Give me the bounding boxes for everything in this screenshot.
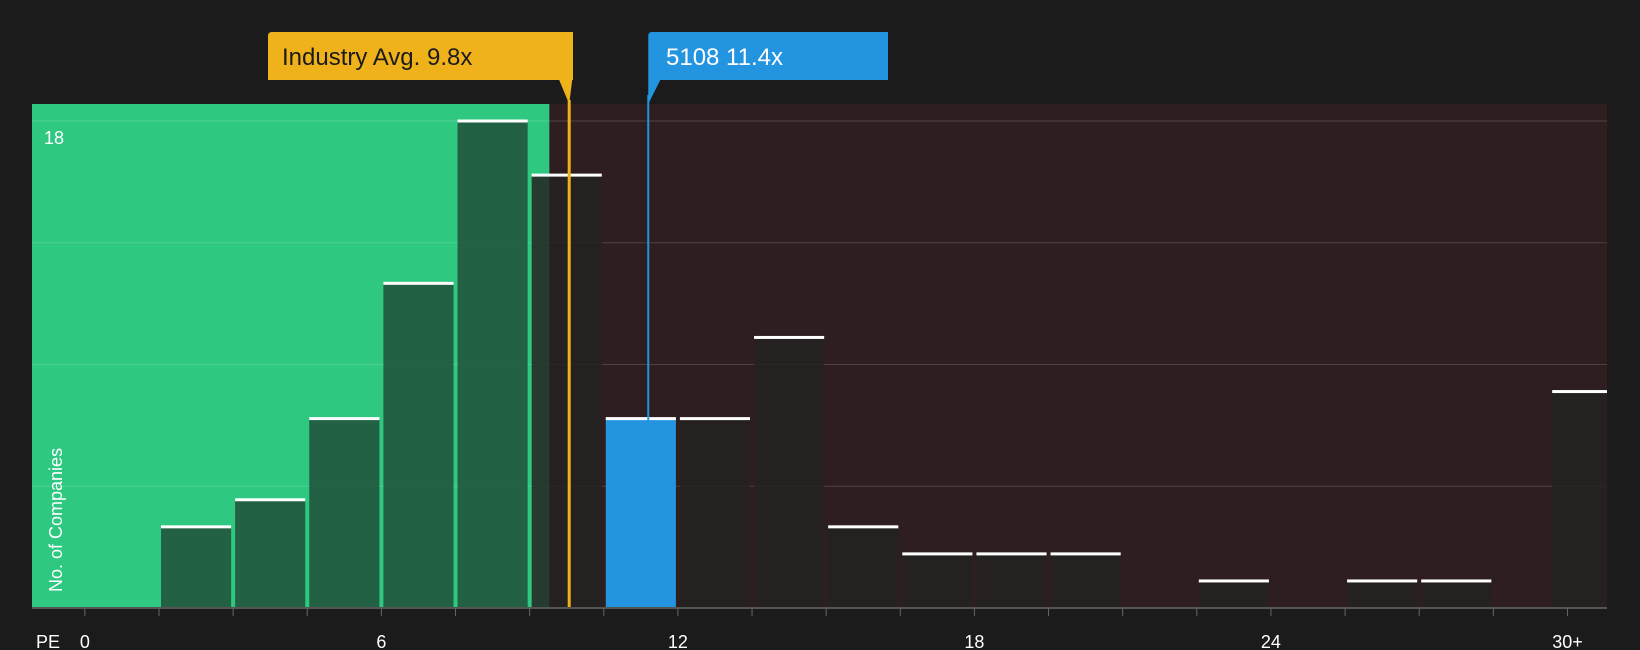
x-tick-label: 6: [376, 632, 386, 650]
x-tick-label: 24: [1261, 632, 1281, 650]
histogram-bar: [828, 526, 899, 608]
histogram-bar: [1050, 553, 1121, 608]
histogram-bar-top: [976, 552, 1047, 556]
histogram-bar-top: [531, 173, 602, 177]
histogram-bar: [235, 499, 306, 608]
histogram-bar: [679, 418, 751, 608]
y-axis-label: No. of Companies: [46, 448, 66, 592]
histogram-bar: [1421, 580, 1492, 608]
histogram-bar-top: [828, 525, 899, 529]
histogram-bar-top: [1198, 579, 1269, 583]
histogram-bar: [531, 175, 602, 608]
histogram-bar-top: [1050, 552, 1121, 556]
histogram-bar: [1198, 580, 1269, 608]
company-pe-label: 5108 11.4x: [666, 44, 783, 71]
industry-average-callout: Industry Avg. 9.8x: [268, 32, 573, 104]
x-tick-label: 18: [964, 632, 984, 650]
x-tick-label: 30+: [1552, 632, 1583, 650]
histogram-bar-top: [754, 335, 825, 339]
histogram-bar: [457, 121, 528, 608]
pe-distribution-chart: PE 18 No. of Companies 0 6 12 18 24 30+ Indus…: [32, 32, 1607, 650]
histogram-bar-top: [457, 119, 528, 123]
histogram-bar: [1347, 580, 1418, 608]
y-max-tick-label: 18: [44, 128, 64, 148]
histogram-bar-top: [1347, 579, 1418, 583]
company-callout: 5108 11.4x: [648, 32, 888, 104]
histogram-bar: [605, 418, 676, 608]
histogram-bar: [161, 526, 232, 608]
histogram-bar: [309, 418, 380, 608]
histogram-bar: [754, 337, 825, 608]
histogram-bar-top: [309, 417, 380, 421]
histogram-bar-top: [679, 417, 751, 421]
histogram-bar-top: [902, 552, 973, 556]
histogram-bar-top: [383, 281, 454, 285]
histogram-bar: [1552, 391, 1607, 608]
x-tick-label: 12: [668, 632, 688, 650]
histogram-bar: [976, 553, 1047, 608]
histogram-bar-top: [161, 525, 232, 529]
histogram-bar-top: [1552, 390, 1607, 394]
histogram-bar: [902, 553, 973, 608]
x-axis-label: PE: [36, 632, 60, 650]
x-tick-label: 0: [80, 632, 90, 650]
histogram-bar-top: [605, 417, 676, 421]
histogram-bar-top: [235, 498, 306, 502]
histogram-bar-top: [1421, 579, 1492, 583]
histogram-bar: [383, 283, 454, 608]
industry-average-label: Industry Avg. 9.8x: [282, 44, 472, 71]
